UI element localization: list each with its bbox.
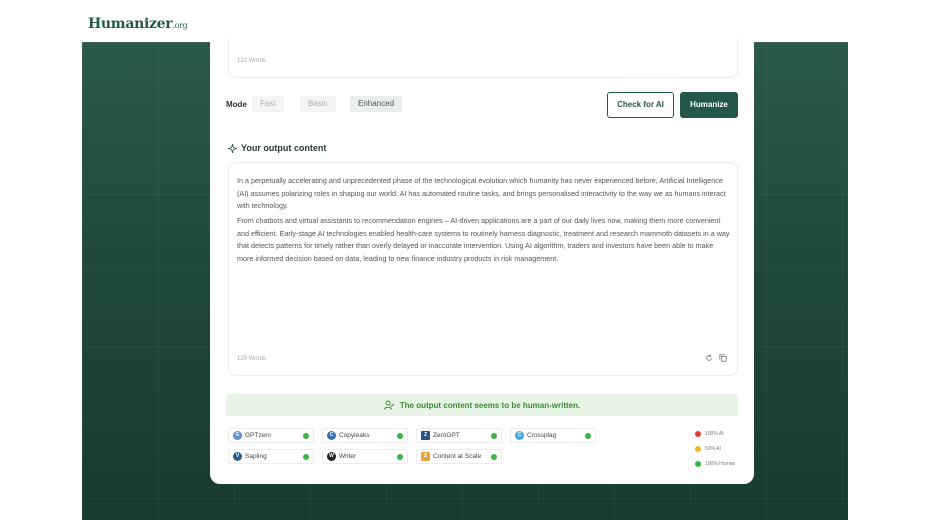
output-text-area[interactable]: In a perpetually accelerating and unprec… (228, 162, 738, 376)
output-title: Your output content (241, 143, 327, 153)
red-dot-icon (695, 430, 701, 437)
legend-item: 100% Human (695, 456, 735, 471)
user-check-icon (383, 400, 394, 410)
detector-name: Sapling (245, 453, 267, 460)
detector-writer: W Writer (322, 449, 408, 464)
legend-label: 100% AI (705, 430, 724, 437)
content-at-scale-logo-icon: S (421, 452, 430, 461)
status-dot (303, 433, 309, 439)
status-dot (491, 454, 497, 460)
zerogpt-logo-icon: Z (421, 431, 430, 440)
result-banner: The output content seems to be human-wri… (226, 394, 738, 416)
legend-label: 50% AI (705, 445, 721, 452)
output-heading: Your output content (228, 143, 326, 153)
mode-label: Mode (226, 100, 247, 109)
crossplag-logo-icon: C (515, 431, 524, 440)
detector-name: ZeroGPT (433, 432, 460, 439)
legend-label: 100% Human (705, 460, 736, 467)
humanizer-card: 122 Words Mode Fast Basic Enhanced Check… (210, 38, 754, 484)
gptzero-logo-icon: G (233, 431, 242, 440)
detector-sapling: V Sapling (228, 449, 314, 464)
status-dot (491, 433, 497, 439)
copyleaks-logo-icon: C (327, 431, 336, 440)
top-bar: Humanizer.org (0, 0, 940, 42)
detector-content-at-scale: S Content at Scale (416, 449, 502, 464)
output-paragraph-2: From chatbots and virtual assistants to … (237, 216, 730, 263)
page: Humanizer.org 122 Words Mode Fast Basic … (0, 0, 940, 520)
detector-zerogpt: Z ZeroGPT (416, 428, 502, 443)
brand-name: Humanizer (88, 16, 173, 32)
brand-suffix: .org (172, 21, 188, 30)
detector-name: Copyleaks (339, 432, 370, 439)
copy-icon[interactable] (719, 354, 727, 362)
output-tools (705, 354, 727, 362)
score-legend: 100% AI 50% AI 100% Human (695, 426, 735, 471)
input-word-count: 122 Words (237, 58, 266, 64)
mode-option-fast[interactable]: Fast (252, 96, 284, 112)
detector-copyleaks: C Copyleaks (322, 428, 408, 443)
sparkle-icon (228, 143, 237, 153)
result-message: The output content seems to be human-wri… (399, 400, 581, 410)
check-for-ai-button[interactable]: Check for AI (607, 92, 674, 118)
humanize-button[interactable]: Humanize (680, 92, 738, 118)
detector-name: GPTzero (245, 432, 272, 439)
detector-name: Crossplag (527, 432, 557, 439)
output-paragraph-1: In a perpetually accelerating and unprec… (237, 176, 726, 210)
input-text-area[interactable]: 122 Words (228, 38, 738, 78)
status-dot (585, 433, 591, 439)
output-word-count: 129 Words (237, 356, 266, 362)
detector-name: Content at Scale (433, 453, 482, 460)
status-dot (397, 454, 403, 460)
mode-option-basic[interactable]: Basic (300, 96, 336, 112)
mode-row: Mode Fast Basic Enhanced Check for AI Hu… (226, 92, 740, 118)
brand-logo[interactable]: Humanizer.org (88, 16, 188, 32)
yellow-dot-icon (695, 445, 701, 452)
mode-option-enhanced[interactable]: Enhanced (350, 96, 403, 112)
detector-crossplag: C Crossplag (510, 428, 596, 443)
detector-gptzero: G GPTzero (228, 428, 314, 443)
legend-item: 50% AI (695, 441, 735, 456)
status-dot (303, 454, 309, 460)
sapling-logo-icon: V (233, 452, 242, 461)
legend-item: 100% AI (695, 426, 735, 441)
refresh-icon[interactable] (705, 354, 713, 362)
writer-logo-icon: W (327, 452, 336, 461)
green-dot-icon (695, 460, 701, 467)
detector-name: Writer (339, 453, 357, 460)
status-dot (397, 433, 403, 439)
